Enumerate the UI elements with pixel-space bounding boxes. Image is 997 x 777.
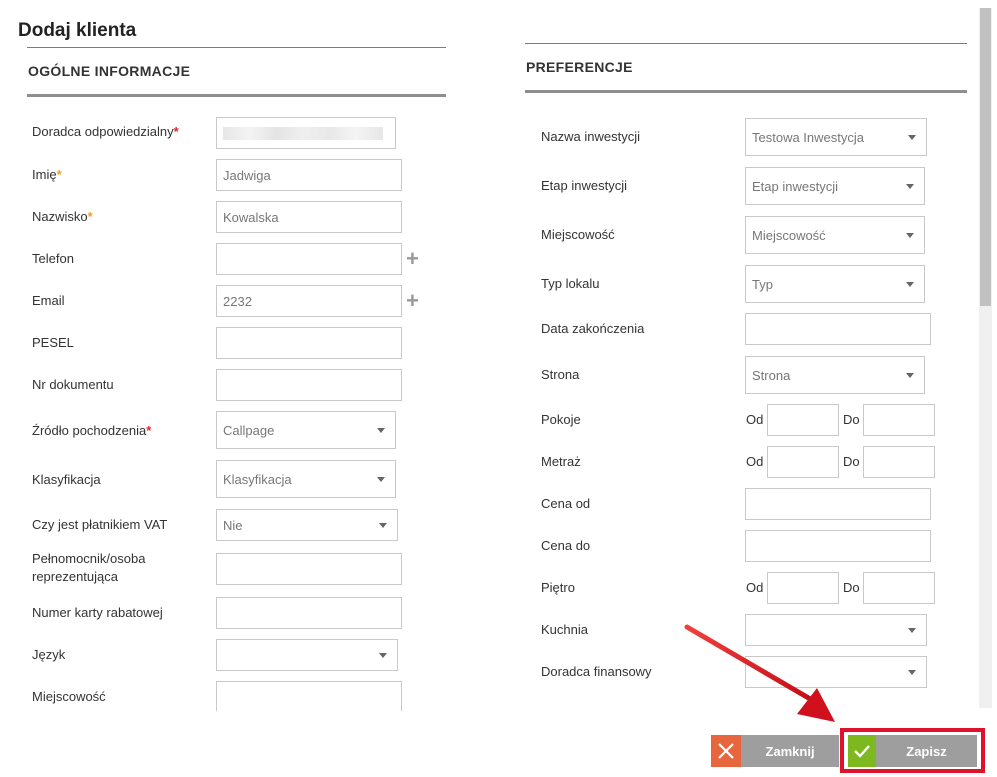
red-arrow-annotation (684, 624, 835, 722)
